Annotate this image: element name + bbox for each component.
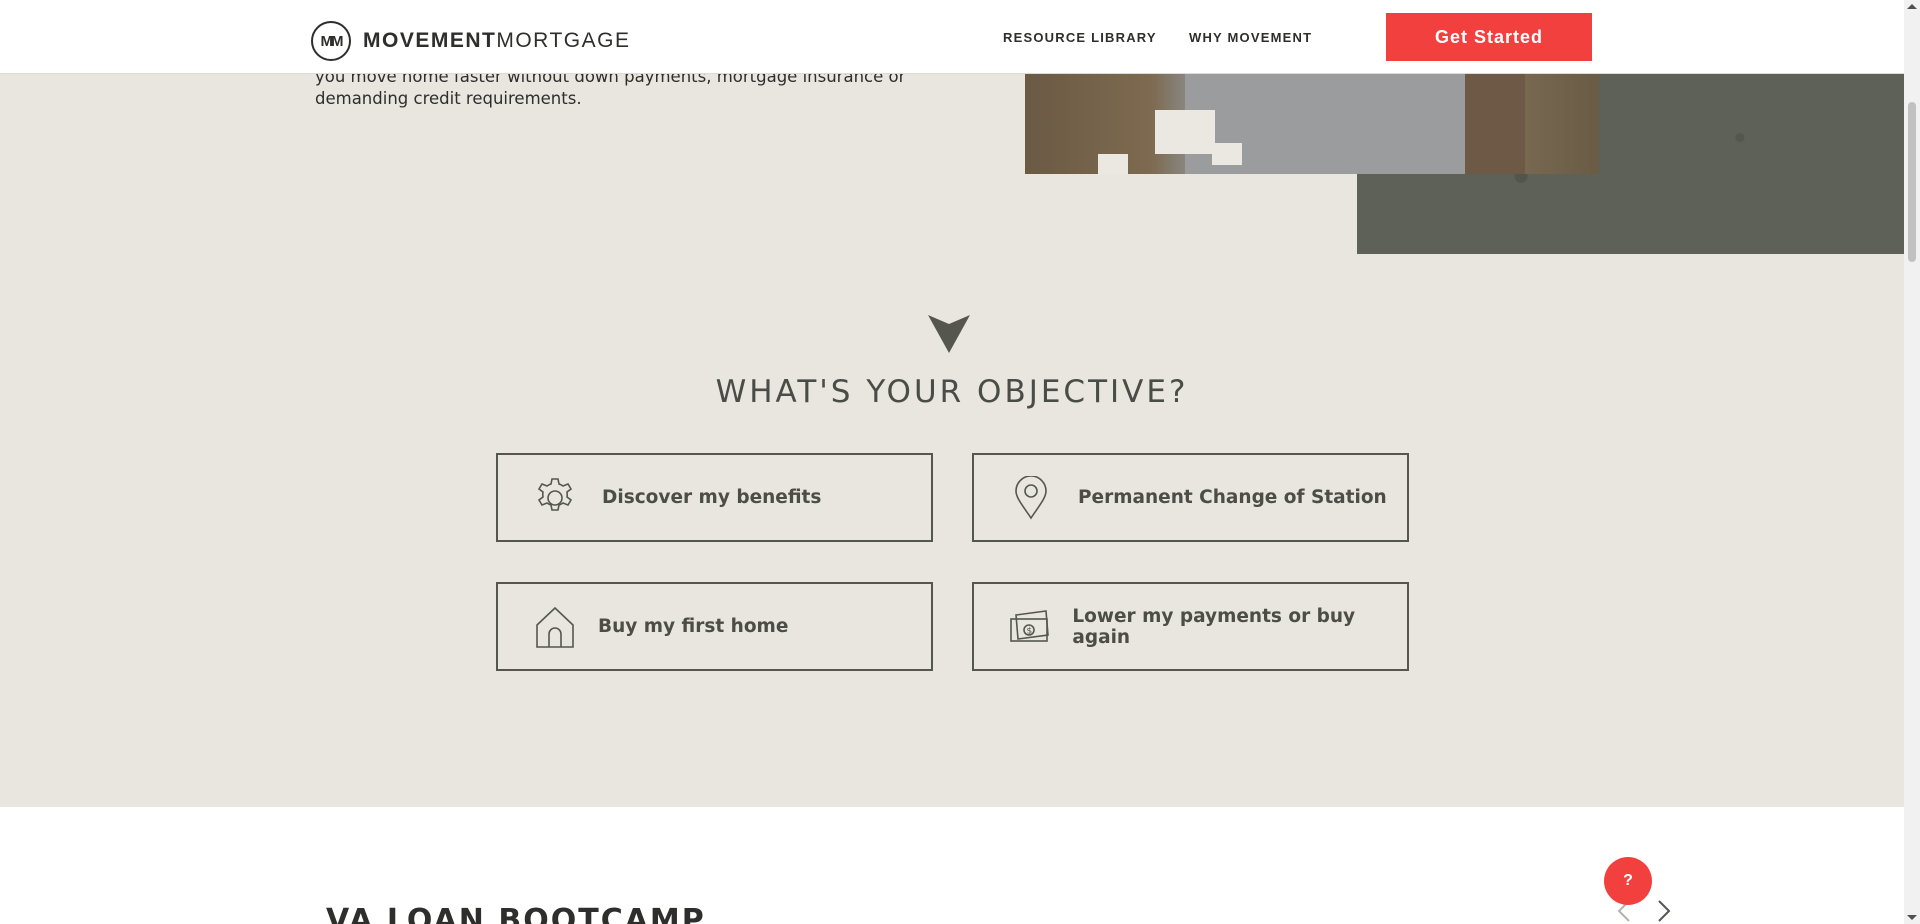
- nav-resource-library[interactable]: RESOURCE LIBRARY: [1003, 30, 1157, 45]
- scroll-down-arrow-icon[interactable]: [1907, 915, 1917, 920]
- location-pin-icon: [1008, 475, 1054, 521]
- objective-card-label: Lower my payments or buy again: [1072, 605, 1356, 648]
- logo-mark-icon: MM: [311, 21, 351, 61]
- logo-wordmark-light: MORTGAGE: [496, 29, 631, 52]
- logo-wordmark-bold: MOVEMENT: [363, 29, 497, 52]
- objective-card-label: Discover my benefits: [602, 487, 822, 508]
- scroll-up-arrow-icon[interactable]: [1907, 4, 1917, 9]
- logo-wordmark: MOVEMENTMORTGAGE: [363, 29, 630, 53]
- down-arrow-icon: [928, 315, 970, 353]
- site-header: MM MOVEMENTMORTGAGE RESOURCE LIBRARY WHY…: [0, 0, 1904, 74]
- objective-card-pcs[interactable]: Permanent Change of Station: [972, 453, 1409, 542]
- objective-card-lower-payments[interactable]: $ Lower my payments or buy again: [972, 582, 1409, 671]
- carousel-next-button[interactable]: [1652, 898, 1676, 924]
- objective-card-first-home[interactable]: Buy my first home: [496, 582, 933, 671]
- objective-card-discover-benefits[interactable]: Discover my benefits: [496, 453, 933, 542]
- decorative-square: [1155, 110, 1215, 154]
- page-scrollbar[interactable]: [1904, 0, 1920, 924]
- svg-text:$: $: [1027, 626, 1033, 636]
- photo-arm: [1465, 60, 1525, 174]
- get-started-button[interactable]: Get Started: [1386, 13, 1592, 61]
- chevron-right-icon: [1658, 900, 1671, 922]
- bootcamp-heading: VA LOAN BOOTCAMP: [326, 903, 706, 924]
- nav-why-movement[interactable]: WHY MOVEMENT: [1189, 30, 1312, 45]
- movement-mortgage-logo[interactable]: MM MOVEMENTMORTGAGE: [311, 21, 630, 61]
- objective-card-label: Permanent Change of Station: [1078, 487, 1387, 508]
- decorative-square: [1212, 143, 1242, 165]
- money-icon: $: [1008, 604, 1052, 650]
- house-icon: [532, 604, 578, 650]
- objective-card-label: Buy my first home: [598, 616, 789, 637]
- gear-icon: [532, 475, 578, 521]
- scrollbar-thumb[interactable]: [1908, 102, 1916, 262]
- decorative-square: [1098, 154, 1128, 174]
- help-button[interactable]: ?: [1604, 857, 1652, 905]
- objective-heading: WHAT'S YOUR OBJECTIVE?: [715, 374, 1189, 410]
